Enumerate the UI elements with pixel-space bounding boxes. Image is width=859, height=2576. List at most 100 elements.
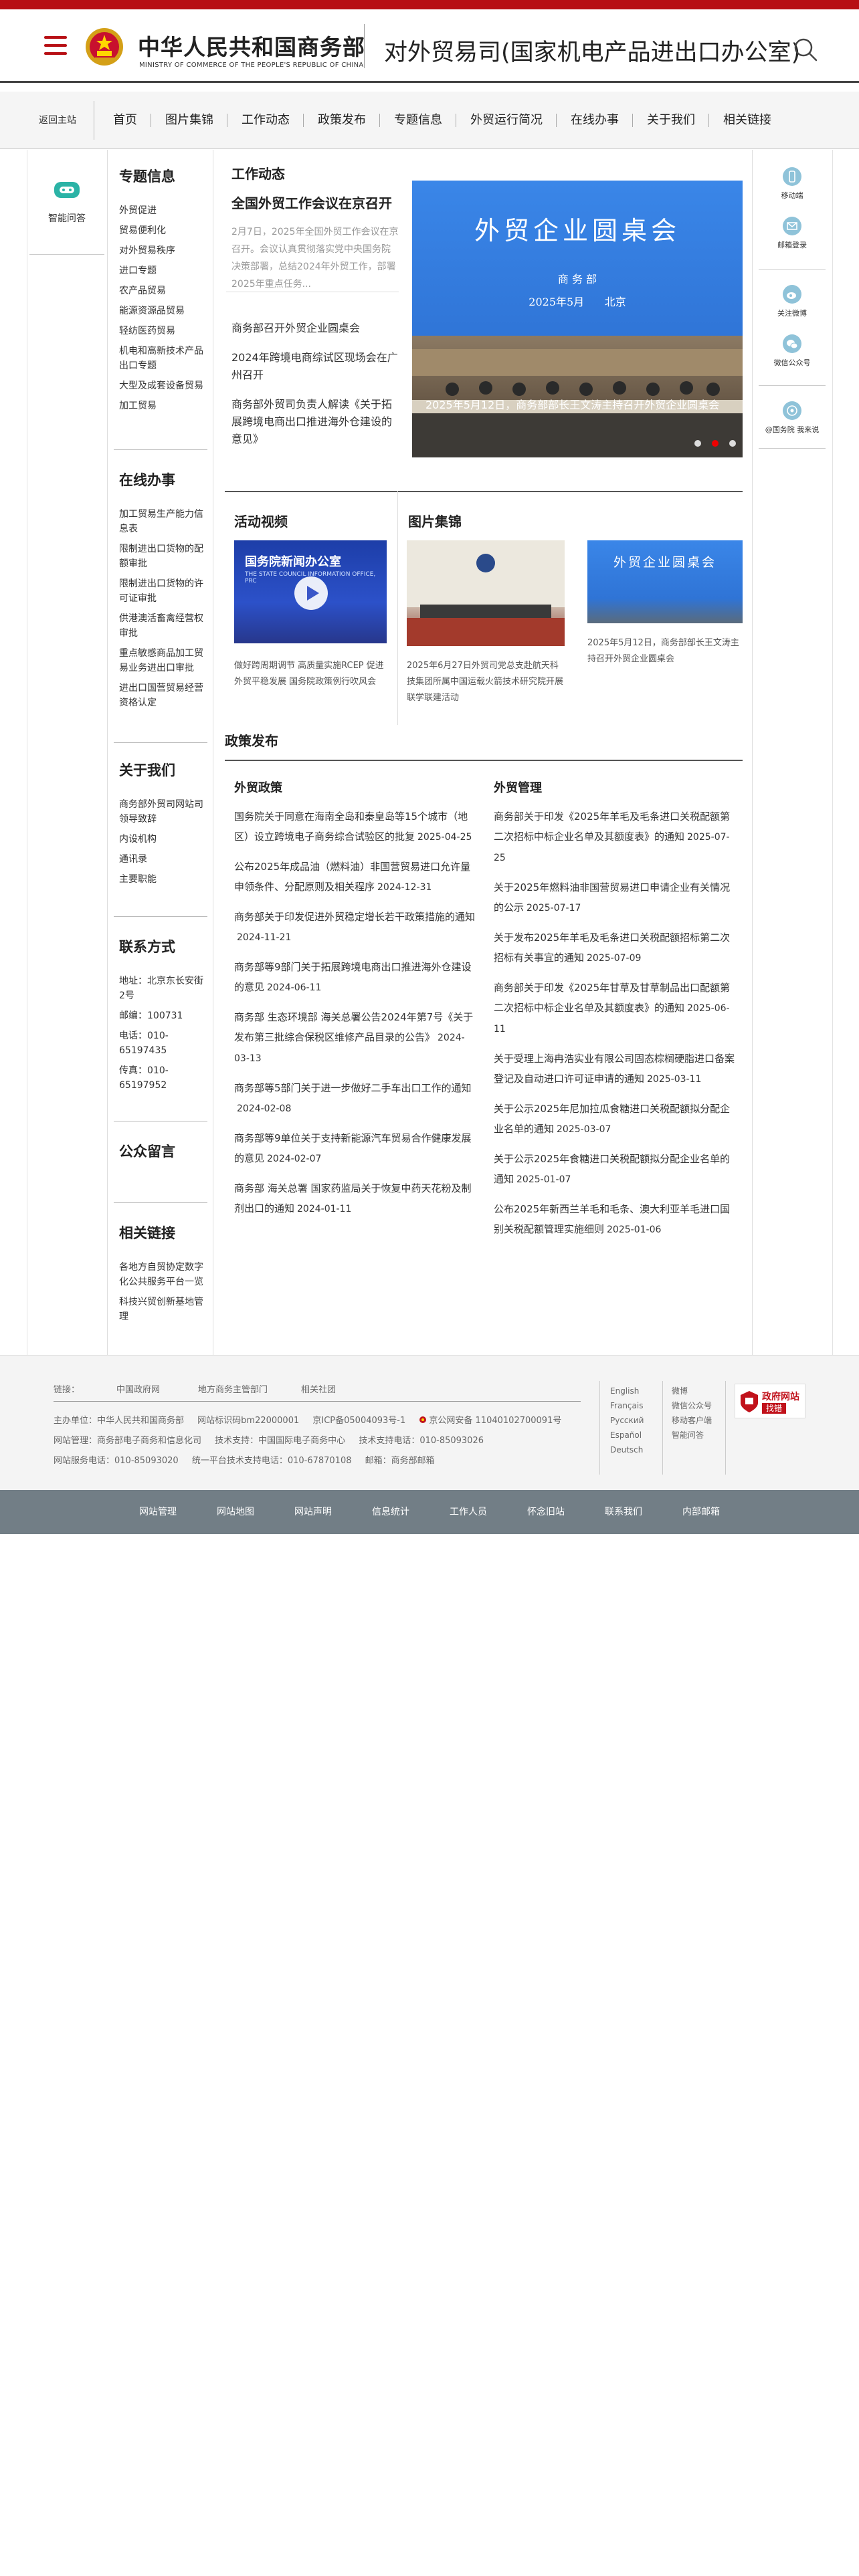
sidebar-online-item[interactable]: 重点敏感商品加工贸易业务进出口审批: [119, 646, 206, 675]
sidebar-topic-item[interactable]: 加工贸易: [119, 399, 206, 413]
news-list-item[interactable]: 2024年跨境电商综试区现场会在广州召开: [231, 349, 399, 384]
sidebar-topic-item[interactable]: 贸易便利化: [119, 223, 206, 238]
carousel-dot-active[interactable]: [712, 440, 719, 447]
smart-qa-button[interactable]: 智能问答: [33, 179, 100, 225]
sidebar-topic-item[interactable]: 进口专题: [119, 263, 206, 278]
policy-right-title[interactable]: 外贸管理: [494, 778, 542, 796]
carousel-caption[interactable]: 2025年5月12日，商务部部长王文涛主持召开外贸企业圆桌会: [425, 396, 719, 412]
footer-link-societies[interactable]: 相关社团: [301, 1382, 336, 1395]
nav-item-gallery[interactable]: 图片集锦: [151, 92, 227, 149]
language-link[interactable]: Français: [610, 1398, 644, 1413]
nav-item-trade-overview[interactable]: 外贸运行简况: [456, 92, 557, 149]
language-link[interactable]: Deutsch: [610, 1442, 644, 1457]
policy-item[interactable]: 商务部等5部门关于进一步做好二手车出口工作的通知2024-02-08: [234, 1078, 476, 1119]
department-title[interactable]: 对外贸易司(国家机电产品进出口办公室): [384, 33, 800, 68]
language-link[interactable]: Русский: [610, 1413, 644, 1428]
policy-item[interactable]: 公布2025年成品油（燃料油）非国营贸易进口允许量申领条件、分配原则及相关程序 2…: [234, 857, 476, 897]
sidebar-topic-item[interactable]: 机电和高新技术产品出口专题: [119, 344, 206, 373]
nav-item-policy[interactable]: 政策发布: [304, 92, 380, 149]
sidebar-topic-item[interactable]: 能源资源品贸易: [119, 304, 206, 318]
policy-item[interactable]: 关于公示2025年尼加拉瓜食糖进口关税配额拟分配企业名单的通知 2025-03-0…: [494, 1099, 736, 1140]
bottom-link[interactable]: 联系我们: [585, 1490, 662, 1534]
language-link[interactable]: Español: [610, 1428, 644, 1442]
video-caption[interactable]: 做好跨周期调节 高质量实施RCEP 促进外贸平稳发展 国务院政策例行吹风会: [234, 658, 389, 690]
sidebar-topics-title[interactable]: 专题信息: [119, 166, 206, 186]
sidebar-online-title[interactable]: 在线办事: [119, 469, 206, 490]
gallery-section-title[interactable]: 图片集锦: [408, 511, 462, 530]
nav-item-links[interactable]: 相关链接: [709, 92, 785, 149]
sidebar-online-item[interactable]: 加工贸易生产能力信息表: [119, 507, 206, 536]
sidebar-links-title[interactable]: 相关链接: [119, 1222, 206, 1243]
news-carousel[interactable]: 外贸企业圆桌会 商 务 部 2025年5月 北京 2025年5月12日，商务部部…: [412, 181, 743, 457]
gallery-photo[interactable]: [407, 540, 565, 646]
gov-site-error-badge[interactable]: 政府网站 找错: [735, 1384, 805, 1418]
policy-item[interactable]: 关于受理上海冉浩实业有限公司固态棕榈硬脂进口备案登记及自动进口许可证申请的通知 2…: [494, 1049, 736, 1089]
site-name-cn[interactable]: 中华人民共和国商务部: [138, 29, 365, 62]
search-icon[interactable]: [792, 36, 819, 63]
footer-link-local[interactable]: 地方商务主管部门: [198, 1382, 268, 1395]
policy-item[interactable]: 关于发布2025年羊毛及毛条进口关税配额招标第二次招标有关事宜的通知 2025-0…: [494, 928, 736, 968]
menu-icon[interactable]: [44, 36, 67, 56]
quick-link-weibo[interactable]: 关注微博: [752, 285, 832, 318]
policy-item[interactable]: 公布2025年新西兰羊毛和毛条、澳大利亚羊毛进口国别关税配额管理实施细则 2025…: [494, 1199, 736, 1240]
sidebar-topic-item[interactable]: 农产品贸易: [119, 284, 206, 298]
footer-social-link[interactable]: 智能问答: [672, 1428, 712, 1442]
quick-link-state-council[interactable]: @国务院 我来说: [752, 401, 832, 435]
bottom-link[interactable]: 网站管理: [119, 1490, 197, 1534]
nav-item-about[interactable]: 关于我们: [633, 92, 709, 149]
quick-link-mobile[interactable]: 移动端: [752, 167, 832, 201]
sidebar-online-item[interactable]: 限制进出口货物的许可证审批: [119, 576, 206, 606]
policy-section-title[interactable]: 政策发布: [225, 730, 278, 750]
bottom-link[interactable]: 工作人员: [430, 1490, 507, 1534]
sidebar-about-item[interactable]: 通讯录: [119, 852, 206, 867]
language-link[interactable]: English: [610, 1384, 644, 1398]
quick-link-mail[interactable]: 邮箱登录: [752, 217, 832, 250]
sidebar-about-item[interactable]: 内设机构: [119, 832, 206, 847]
sidebar-link-item[interactable]: 各地方自贸协定数字化公共服务平台一览: [119, 1260, 206, 1289]
sidebar-about-title[interactable]: 关于我们: [119, 760, 206, 780]
carousel-dot[interactable]: [694, 440, 701, 447]
work-news-title[interactable]: 工作动态: [231, 163, 285, 183]
bottom-link[interactable]: 网站地图: [197, 1490, 274, 1534]
feature-news-title[interactable]: 全国外贸工作会议在京召开: [231, 193, 392, 212]
policy-item[interactable]: 商务部关于印发《2025年甘草及甘草制品出口配额第二次招标中标企业名单及其额度表…: [494, 978, 736, 1039]
nav-item-online-services[interactable]: 在线办事: [557, 92, 633, 149]
sidebar-topic-item[interactable]: 轻纺医药贸易: [119, 324, 206, 338]
policy-item[interactable]: 商务部关于印发《2025年羊毛及毛条进口关税配额第二次招标中标企业名单及其额度表…: [494, 807, 736, 868]
bottom-link[interactable]: 网站声明: [274, 1490, 352, 1534]
sidebar-message-title[interactable]: 公众留言: [119, 1141, 206, 1161]
policy-item[interactable]: 商务部等9单位关于支持新能源汽车贸易合作健康发展的意见 2024-02-07: [234, 1128, 476, 1169]
footer-social-link[interactable]: 移动客户端: [672, 1413, 712, 1428]
policy-item[interactable]: 商务部等9部门关于拓展跨境电商出口推进海外仓建设的意见 2024-06-11: [234, 957, 476, 998]
footer-link-gov[interactable]: 中国政府网: [116, 1382, 160, 1395]
icp-link[interactable]: 京ICP备05004093号-1: [312, 1416, 405, 1426]
sidebar-about-item[interactable]: 主要职能: [119, 872, 206, 887]
footer-social-link[interactable]: 微信公众号: [672, 1398, 712, 1413]
policy-item[interactable]: 关于公示2025年食糖进口关税配额拟分配企业名单的通知 2025-01-07: [494, 1149, 736, 1190]
sidebar-online-item[interactable]: 供港澳活畜禽经营权审批: [119, 611, 206, 641]
policy-item[interactable]: 国务院关于同意在海南全岛和秦皇岛等15个城市（地区）设立跨境电子商务综合试验区的…: [234, 807, 476, 847]
sidebar-topic-item[interactable]: 对外贸易秩序: [119, 243, 206, 258]
bottom-link[interactable]: 信息统计: [352, 1490, 430, 1534]
bottom-link[interactable]: 怀念旧站: [507, 1490, 585, 1534]
sidebar-link-item[interactable]: 科技兴贸创新基地管理: [119, 1295, 206, 1324]
footer-social-link[interactable]: 微博: [672, 1384, 712, 1398]
feature-news-summary[interactable]: 2月7日，2025年全国外贸工作会议在京召开。会议认真贯彻落实党中央国务院决策部…: [231, 223, 399, 293]
policy-item[interactable]: 商务部 海关总署 国家药监局关于恢复中药天花粉及制剂出口的通知 2024-01-1…: [234, 1178, 476, 1219]
carousel-dot[interactable]: [729, 440, 736, 447]
video-thumbnail[interactable]: 国务院新闻办公室 THE STATE COUNCIL INFORMATION O…: [234, 540, 387, 643]
news-list-item[interactable]: 商务部外贸司负责人解读《关于拓展跨境电商出口推进海外仓建设的意见》: [231, 396, 399, 448]
bottom-link[interactable]: 内部邮箱: [662, 1490, 740, 1534]
sidebar-online-item[interactable]: 限制进出口货物的配额审批: [119, 542, 206, 571]
sidebar-topic-item[interactable]: 外贸促进: [119, 203, 206, 218]
nav-item-topics[interactable]: 专题信息: [380, 92, 456, 149]
gallery-photo[interactable]: 外贸企业圆桌会: [587, 540, 743, 623]
news-list-item[interactable]: 商务部召开外贸企业圆桌会: [231, 320, 399, 337]
national-emblem-icon[interactable]: [84, 24, 124, 70]
gallery-photo-caption[interactable]: 2025年6月27日外贸司党总支赴航天科技集团所属中国运载火箭技术研究院开展联学…: [407, 658, 565, 706]
sidebar-online-item[interactable]: 进出口国营贸易经营资格认定: [119, 681, 206, 710]
nav-item-home[interactable]: 首页: [99, 92, 151, 149]
sidebar-topic-item[interactable]: 大型及成套设备贸易: [119, 379, 206, 393]
policy-item[interactable]: 关于2025年燃料油非国营贸易进口申请企业有关情况的公示 2025-07-17: [494, 877, 736, 918]
sidebar-about-item[interactable]: 商务部外贸司网站司领导致辞: [119, 797, 206, 827]
